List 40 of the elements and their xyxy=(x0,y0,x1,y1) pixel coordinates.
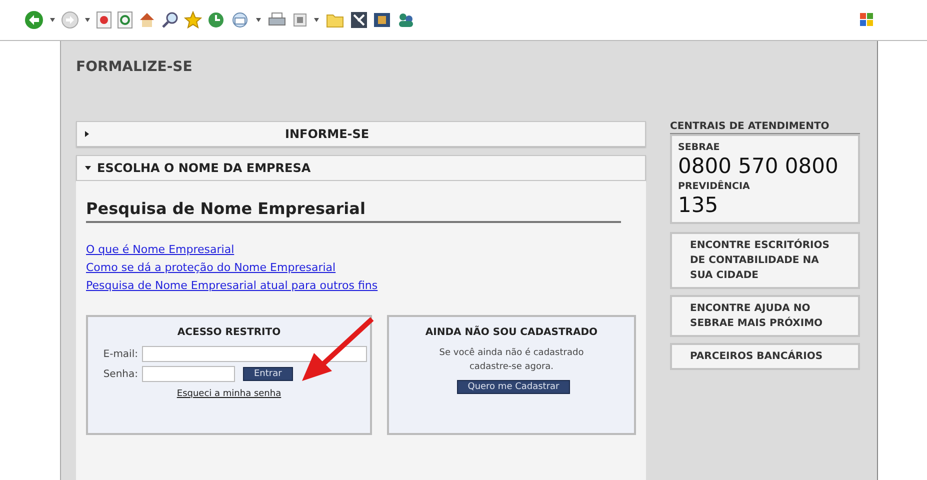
contact-label: SEBRAE xyxy=(678,142,721,153)
section-heading: Pesquisa de Nome Empresarial xyxy=(86,199,621,223)
signup-text: Se você ainda não é cadastrado cadastre-se agora. xyxy=(438,346,585,374)
field-label: E-mail: xyxy=(102,348,138,360)
history-icon[interactable] xyxy=(207,11,225,29)
page-title: FORMALIZE-SE xyxy=(76,59,194,77)
forward-icon[interactable] xyxy=(61,11,79,29)
back-icon[interactable] xyxy=(24,10,44,30)
side-link-button[interactable]: ENCONTRE AJUDA NO SEBRAE MAIS PRÓXIMO xyxy=(670,295,860,337)
home-icon[interactable] xyxy=(138,11,156,29)
info-link[interactable]: Como se dá a proteção do Nome Empresarial xyxy=(86,259,336,277)
password-field[interactable] xyxy=(142,366,235,382)
search-icon[interactable] xyxy=(161,11,179,29)
accordion-header[interactable]: ESCOLHA O NOME DA EMPRESA xyxy=(76,155,646,181)
email-field[interactable] xyxy=(142,346,367,362)
dropdown-arrow-icon[interactable] xyxy=(85,18,90,22)
field-label: Senha: xyxy=(102,368,138,380)
info-link[interactable]: O que é Nome Empresarial xyxy=(86,241,234,259)
refresh-icon[interactable] xyxy=(117,11,133,29)
login-button[interactable]: Entrar xyxy=(243,367,293,381)
signup-button[interactable]: Quero me Cadastrar xyxy=(456,380,570,394)
dropdown-arrow-icon[interactable] xyxy=(256,18,261,22)
stop-icon[interactable] xyxy=(96,11,112,29)
forgot-password-link[interactable]: Esqueci a minha senha xyxy=(176,389,282,399)
accordion-header[interactable]: INFORME-SE xyxy=(76,121,646,147)
windows-flag-icon xyxy=(859,12,875,28)
info-link[interactable]: Pesquisa de Nome Empresarial atual para outros fins xyxy=(86,277,378,295)
mail-icon[interactable] xyxy=(230,11,250,29)
side-link-button[interactable]: PARCEIROS BANCÁRIOS xyxy=(670,343,860,370)
people-icon[interactable] xyxy=(396,11,416,29)
box-title: ACESSO RESTRITO xyxy=(177,327,281,338)
star-icon[interactable] xyxy=(184,11,202,29)
phone-number: 0800 570 0800 xyxy=(678,153,840,179)
dropdown-arrow-icon[interactable] xyxy=(314,18,319,22)
contact-label: PREVIDÊNCIA xyxy=(678,181,751,192)
phone-number: 135 xyxy=(678,192,720,218)
dropdown-arrow-icon[interactable] xyxy=(50,18,55,22)
box-title: AINDA NÃO SOU CADASTRADO xyxy=(425,327,598,338)
document-icon[interactable] xyxy=(292,12,308,28)
side-link-button[interactable]: ENCONTRE ESCRITÓRIOS DE CONTABILIDADE NA SUA CIDADE xyxy=(670,232,860,289)
